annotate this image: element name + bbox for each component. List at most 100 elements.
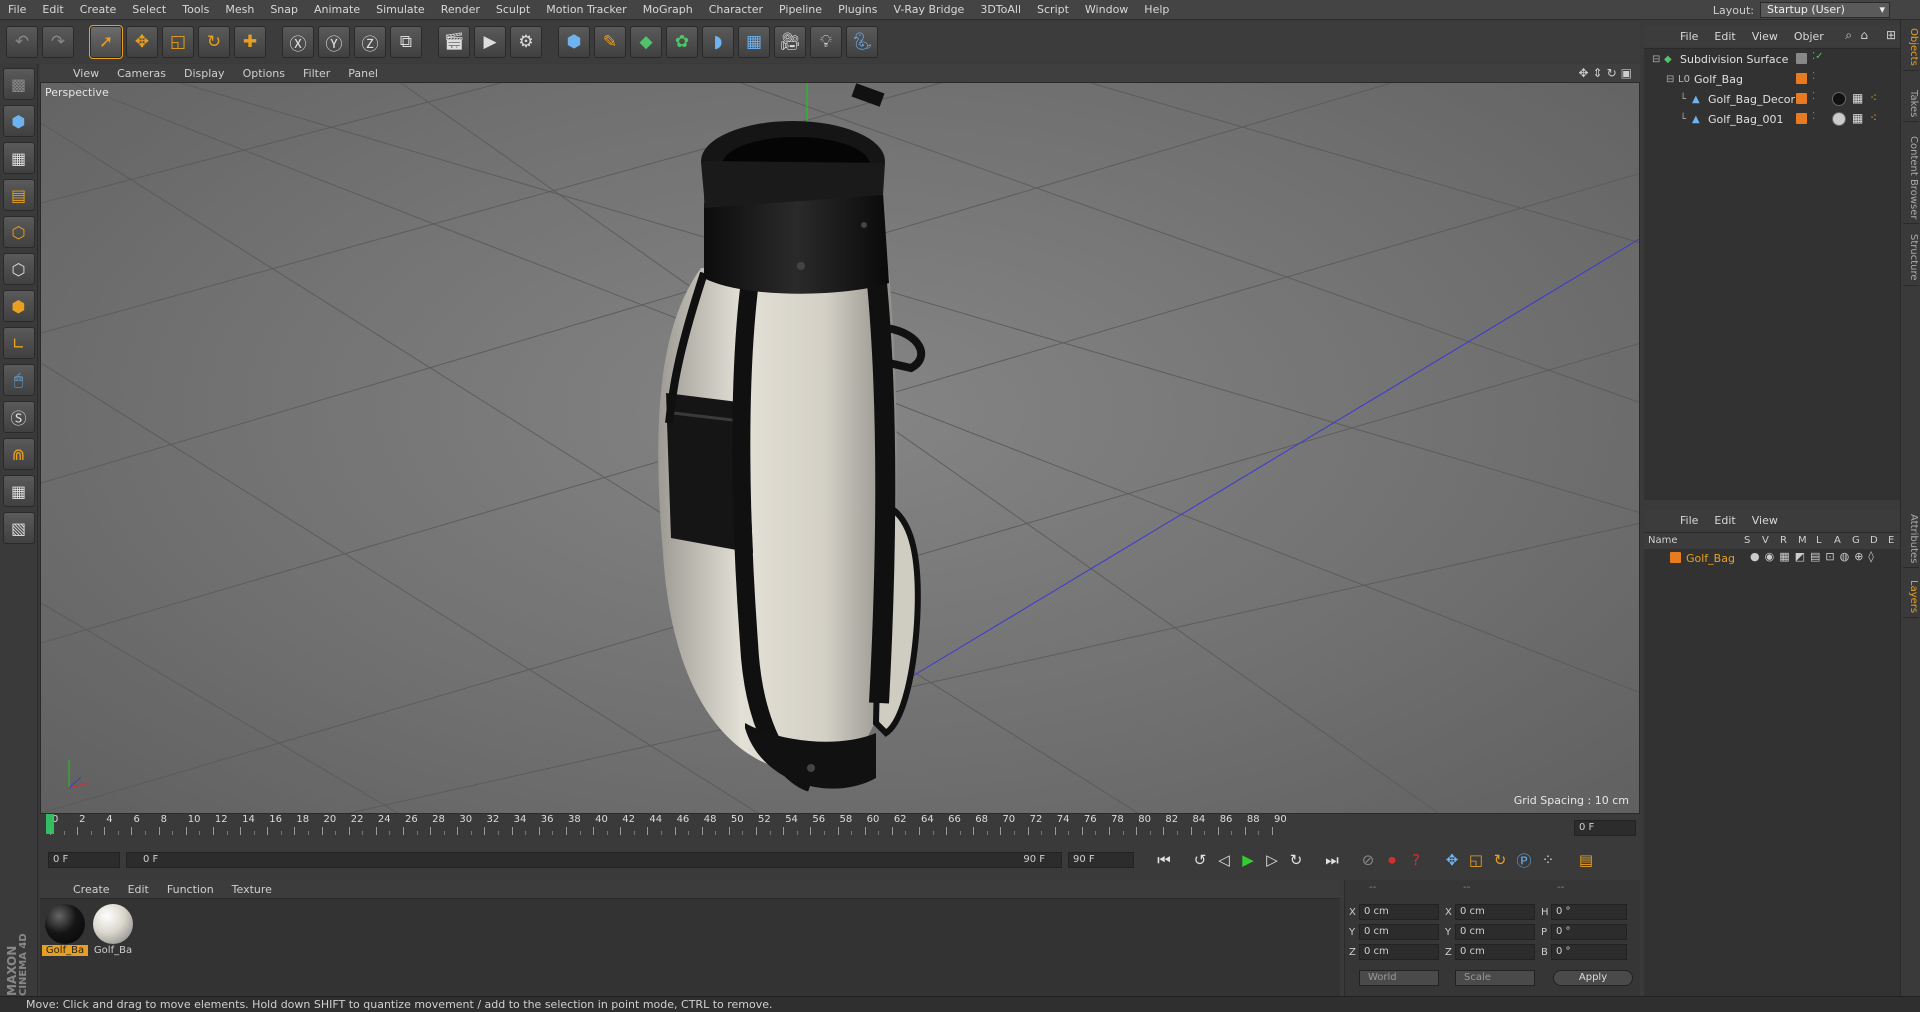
render-settings-button[interactable]: ⚙: [510, 26, 542, 58]
layer-column-header[interactable]: M: [1798, 535, 1807, 546]
key-parameter-button[interactable]: Ⓟ: [1512, 848, 1536, 872]
edges-mode-button[interactable]: ⬡: [2, 253, 35, 285]
object-menu-view[interactable]: View: [1744, 30, 1786, 43]
size-mode-dropdown[interactable]: Scale: [1455, 970, 1535, 986]
key-scale-button[interactable]: ◱: [1464, 848, 1488, 872]
timeline-layout-button[interactable]: ▤: [1574, 848, 1598, 872]
object-menu-objer[interactable]: Objer: [1786, 30, 1832, 43]
previous-key-button[interactable]: ↺: [1188, 848, 1212, 872]
material-menu-texture[interactable]: Texture: [223, 883, 281, 896]
go-to-end-button[interactable]: ⏭: [1320, 848, 1344, 872]
size-y-field[interactable]: 0 cm: [1455, 924, 1535, 940]
viewport-menu-view[interactable]: View: [64, 67, 108, 80]
playhead[interactable]: [46, 814, 54, 834]
next-key-button[interactable]: ↻: [1284, 848, 1308, 872]
layer-menu-view[interactable]: View: [1744, 514, 1786, 527]
model-mode-button[interactable]: ⬢: [2, 105, 35, 137]
size-z-field[interactable]: 0 cm: [1455, 944, 1535, 960]
tab-structure[interactable]: Structure: [1903, 230, 1919, 286]
recent-tool-button[interactable]: ✚: [234, 26, 266, 58]
new-window-icon[interactable]: ⊞: [1886, 28, 1896, 42]
layer-tag[interactable]: [1796, 113, 1807, 124]
menu-plugins[interactable]: Plugins: [830, 0, 885, 20]
mograph-cloner-button[interactable]: ✿: [666, 26, 698, 58]
menu-create[interactable]: Create: [72, 0, 125, 20]
visibility-dots-icon[interactable]: ⁚: [1812, 71, 1815, 82]
material-swatch[interactable]: Golf_Ba: [42, 904, 88, 960]
pan-icon[interactable]: ✥: [1578, 66, 1588, 80]
layer-row[interactable]: Golf_Bag ●◉▦◩▤⊡◍⊕◊: [1644, 549, 1900, 567]
floor-button[interactable]: ▦: [738, 26, 770, 58]
record-keys-button[interactable]: ⊘: [1356, 848, 1380, 872]
rotation-b-field[interactable]: 0 °: [1551, 944, 1627, 960]
layer-tag[interactable]: [1796, 73, 1807, 84]
menu-pipeline[interactable]: Pipeline: [771, 0, 830, 20]
autokey-button[interactable]: ⏺: [1380, 848, 1404, 872]
menu-render[interactable]: Render: [433, 0, 488, 20]
next-frame-button[interactable]: ▷: [1260, 848, 1284, 872]
move-tool-button[interactable]: ✥: [126, 26, 158, 58]
frame-range-slider[interactable]: 0 F 90 F: [126, 852, 1062, 868]
position-x-field[interactable]: 0 cm: [1359, 904, 1439, 920]
menu-help[interactable]: Help: [1136, 0, 1177, 20]
menu-simulate[interactable]: Simulate: [368, 0, 433, 20]
layer-tag[interactable]: [1796, 53, 1807, 64]
material-menu-edit[interactable]: Edit: [119, 883, 158, 896]
snap-button[interactable]: ⋒: [2, 438, 35, 470]
menu-select[interactable]: Select: [124, 0, 174, 20]
search-icon[interactable]: ⌕: [1845, 28, 1852, 43]
menu-mesh[interactable]: Mesh: [217, 0, 262, 20]
viewport-menu-display[interactable]: Display: [175, 67, 234, 80]
tab-takes[interactable]: Takes: [1903, 86, 1919, 123]
workplane-button[interactable]: ▤: [2, 179, 35, 211]
coordinate-system-button[interactable]: ⧉: [390, 26, 422, 58]
x-axis-button[interactable]: Ⓧ: [282, 26, 314, 58]
texture-mode-button[interactable]: ▦: [2, 142, 35, 174]
menu-v-ray-bridge[interactable]: V-Ray Bridge: [885, 0, 972, 20]
tab-content-browser[interactable]: Content Browser: [1903, 132, 1919, 225]
layer-column-header[interactable]: V: [1762, 535, 1769, 546]
menu-file[interactable]: File: [0, 0, 34, 20]
golf-bag-model[interactable]: [658, 83, 926, 792]
keyframe-selection-button[interactable]: ?: [1404, 848, 1428, 872]
maximize-icon[interactable]: ▣: [1621, 66, 1632, 80]
previous-frame-button[interactable]: ◁: [1212, 848, 1236, 872]
rotation-p-field[interactable]: 0 °: [1551, 924, 1627, 940]
live-selection-button[interactable]: ➚: [89, 25, 123, 59]
lock-workplane-button[interactable]: ▦: [2, 475, 35, 507]
deformer-button[interactable]: ◗: [702, 26, 734, 58]
tweak-mode-button[interactable]: 🖱︎: [2, 364, 35, 396]
viewport-menu-panel[interactable]: Panel: [339, 67, 387, 80]
material-tag-icon[interactable]: [1832, 112, 1846, 126]
layer-menu-file[interactable]: File: [1672, 514, 1706, 527]
menu-3dtoall[interactable]: 3DToAll: [972, 0, 1029, 20]
menu-window[interactable]: Window: [1077, 0, 1136, 20]
points-mode-button[interactable]: ⬡: [2, 216, 35, 248]
tab-objects[interactable]: Objects: [1903, 24, 1919, 71]
camera-button[interactable]: 🎥︎: [774, 26, 806, 58]
home-icon[interactable]: ⌂: [1860, 28, 1868, 42]
object-menu-edit[interactable]: Edit: [1706, 30, 1743, 43]
phong-tag-icon[interactable]: ⁖: [1870, 111, 1877, 125]
material-menu-create[interactable]: Create: [64, 883, 119, 896]
render-picture-viewer-button[interactable]: ▶: [474, 26, 506, 58]
tree-expander-icon[interactable]: └: [1680, 94, 1686, 105]
pen-spline-button[interactable]: ✎: [594, 26, 626, 58]
position-z-field[interactable]: 0 cm: [1359, 944, 1439, 960]
menu-motion-tracker[interactable]: Motion Tracker: [538, 0, 634, 20]
viewport[interactable]: Perspective Grid Spacing : 10 cm: [40, 82, 1640, 814]
layer-column-header[interactable]: G: [1852, 535, 1860, 546]
viewport-menu-options[interactable]: Options: [234, 67, 294, 80]
viewport-menu-filter[interactable]: Filter: [294, 67, 339, 80]
object-row[interactable]: ⊟ L0 Golf_Bag ⁚: [1644, 70, 1900, 88]
tree-expander-icon[interactable]: └: [1680, 114, 1686, 125]
key-position-button[interactable]: ✥: [1440, 848, 1464, 872]
layer-column-header[interactable]: L: [1816, 535, 1822, 546]
menu-tools[interactable]: Tools: [174, 0, 217, 20]
axis-mode-button[interactable]: ∟: [2, 327, 35, 359]
object-row[interactable]: └ ▲ Golf_Bag_001 ⁚ ▦ ⁖: [1644, 110, 1900, 128]
layer-menu-edit[interactable]: Edit: [1706, 514, 1743, 527]
material-swatch[interactable]: Golf_Ba: [90, 904, 136, 960]
cube-button[interactable]: ⬢: [558, 26, 590, 58]
size-x-field[interactable]: 0 cm: [1455, 904, 1535, 920]
